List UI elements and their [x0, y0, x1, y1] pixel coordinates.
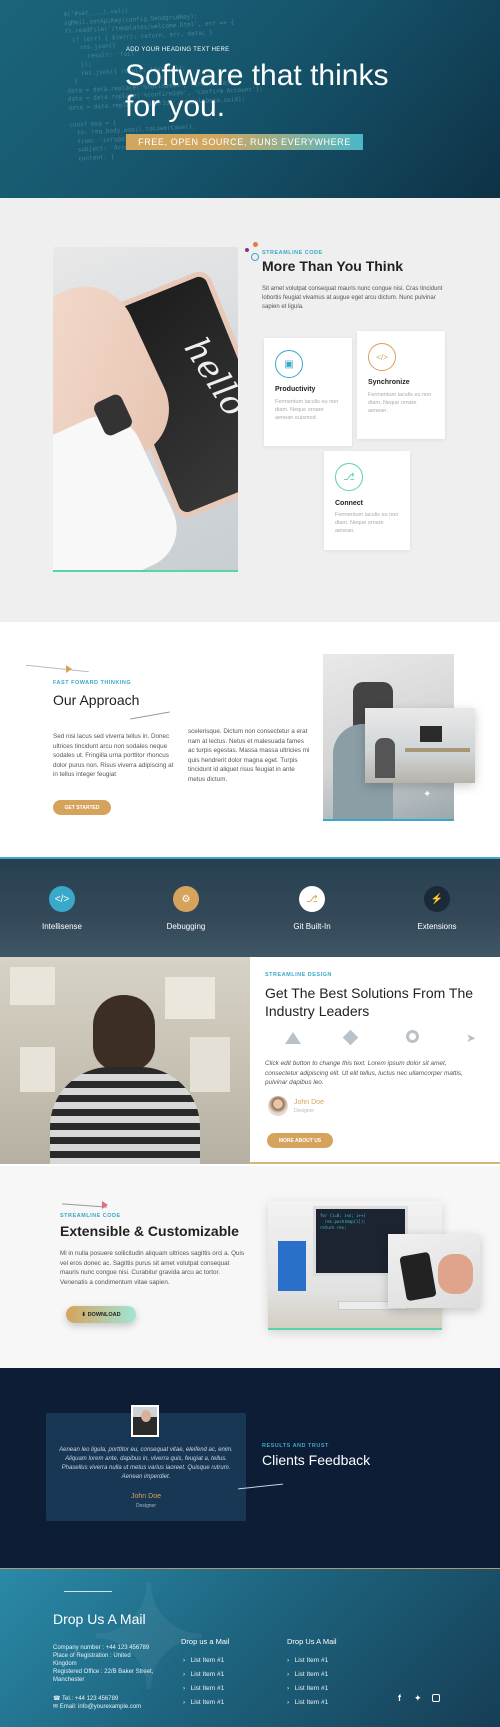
- extensible-text: Mi in nulla posuere sollicitudin aliquam…: [60, 1250, 245, 1286]
- hero-eyebrow: ADD YOUR HEADING TEXT HERE: [126, 47, 230, 53]
- solutions-eyebrow: STREAMLINE DESIGN: [265, 972, 332, 978]
- office-photo-inset: [365, 708, 475, 783]
- feature-label: Extensions: [417, 922, 457, 931]
- testimonial-avatar: [131, 1405, 159, 1437]
- person-shirt: [50, 1067, 200, 1164]
- more-eyebrow: STREAMLINE CODE: [262, 250, 323, 256]
- sparkle-icon: ✦: [423, 789, 432, 800]
- approach-title: Our Approach: [53, 692, 140, 708]
- list-item[interactable]: › List Item #1: [183, 1657, 224, 1664]
- mountain-logo-icon: [285, 1032, 301, 1044]
- hero-title: Software that thinks for you.: [125, 59, 389, 123]
- footer-divider: [64, 1591, 112, 1592]
- registration-place: Place of Registration : United Kingdom: [53, 1653, 131, 1667]
- mail-icon: ✉: [53, 1704, 60, 1710]
- footer-col2-heading: Drop Us A Mail: [287, 1637, 337, 1646]
- card-text: Fermentum iaculis eu non diam. Neque orn…: [275, 399, 339, 421]
- clients-eyebrow: RESULTS AND TRUST: [262, 1443, 329, 1449]
- company-number: Company number : +44 123 456789: [53, 1645, 150, 1651]
- card-text: Fermentum iaculis eu non diam. Neque orn…: [335, 512, 399, 534]
- features-band: </> Intellisense ⚙ Debugging ⎇ Git Built…: [0, 857, 500, 957]
- approach-col1: Sed nisi lacus sed viverra tellus in. Do…: [53, 733, 174, 778]
- footer-col1-heading: Drop us a Mail: [181, 1637, 230, 1646]
- card-connect: ⎇ Connect Fermentum iaculis eu non diam.…: [324, 451, 410, 550]
- feature-label: Git Built-In: [293, 922, 331, 931]
- hero-section: $('#set_...).val() sgMail.setApiKey(conf…: [0, 0, 500, 198]
- list-item[interactable]: › List Item #1: [183, 1671, 224, 1678]
- card-title: Productivity: [275, 386, 316, 393]
- list-item[interactable]: › List Item #1: [287, 1685, 328, 1692]
- list-item[interactable]: › List Item #1: [287, 1671, 328, 1678]
- hero-tagline: FREE, OPEN SOURCE, RUNS EVERYWHERE: [126, 134, 363, 150]
- extensible-eyebrow: STREAMLINE CODE: [60, 1213, 121, 1219]
- code-icon: </>: [368, 343, 396, 371]
- author-name: John Doe: [294, 1099, 324, 1106]
- author-role: Designer: [294, 1108, 315, 1114]
- branch-icon: ⎇: [335, 463, 363, 491]
- list-item[interactable]: › List Item #1: [183, 1685, 224, 1692]
- approach-col2: scelerisque. Dictum non consectetur a er…: [188, 728, 310, 783]
- testimonial-role: Designer: [135, 1503, 156, 1509]
- instagram-icon[interactable]: [432, 1694, 440, 1702]
- laptop-icon: ▣: [275, 350, 303, 378]
- avatar: [268, 1096, 288, 1116]
- clients-title: Clients Feedback: [262, 1452, 371, 1468]
- get-started-button[interactable]: GET STARTED: [53, 800, 111, 815]
- footer-email[interactable]: ✉ Email: info@yourexample.com: [53, 1703, 141, 1711]
- list-item[interactable]: › List Item #1: [287, 1699, 328, 1706]
- solutions-quote: Click edit button to change this text. L…: [265, 1060, 463, 1086]
- card-text: Fermentum iaculis eu non diam. Neque orn…: [368, 392, 432, 414]
- feature-label: Intellisense: [41, 922, 83, 931]
- feature-label: Debugging: [166, 922, 206, 931]
- facebook-icon[interactable]: f: [398, 1693, 401, 1703]
- more-title: More Than You Think: [262, 258, 404, 274]
- bolt-icon[interactable]: ⚡: [424, 886, 450, 912]
- footer: ✦ Drop Us A Mail Company number : +44 12…: [0, 1568, 500, 1727]
- card-title: Connect: [335, 500, 363, 507]
- approach-eyebrow: FAST FOWARD THINKING: [53, 680, 132, 686]
- person-head: [93, 995, 155, 1071]
- circle-logo-icon: [406, 1030, 419, 1043]
- bird-logo-icon: ➤: [466, 1031, 477, 1045]
- extensible-title: Extensible & Customizable: [60, 1223, 239, 1239]
- registered-office: Registered Office : 22/B Baker Street, M…: [53, 1669, 154, 1683]
- twitter-icon[interactable]: ✦: [414, 1693, 422, 1704]
- card-synchronize: </> Synchronize Fermentum iaculis eu non…: [357, 331, 445, 439]
- tablet-photo: hello: [53, 247, 238, 572]
- phone-photo-inset: [388, 1234, 480, 1308]
- monitor-code: for (i=0; i<n; i++) res.push(map[i]); re…: [320, 1213, 366, 1230]
- play-triangle-icon: [102, 1201, 108, 1209]
- footer-title: Drop Us A Mail: [53, 1611, 146, 1627]
- phone-icon: ☎: [53, 1696, 63, 1702]
- git-branch-icon[interactable]: ⎇: [299, 886, 325, 912]
- download-label: DOWNLOAD: [87, 1311, 121, 1318]
- more-text: Sit amet volutpat consequat mauris nunc …: [262, 286, 443, 310]
- testimonial-name: John Doe: [131, 1493, 161, 1500]
- card-productivity: ▣ Productivity Fermentum iaculis eu non …: [264, 338, 352, 446]
- card-title: Synchronize: [368, 379, 410, 386]
- bug-icon[interactable]: ⚙: [173, 886, 199, 912]
- solutions-title: Get The Best Solutions From The Industry…: [265, 985, 474, 1019]
- list-item[interactable]: › List Item #1: [183, 1699, 224, 1706]
- blue-binder: [278, 1241, 306, 1291]
- footer-tel: ☎ Tel.: +44 123 456789: [53, 1696, 119, 1702]
- play-triangle-icon: [66, 665, 72, 673]
- list-item[interactable]: › List Item #1: [287, 1657, 328, 1664]
- more-about-us-button[interactable]: MORE ABOUT US: [267, 1133, 333, 1148]
- moodboard-photo: [0, 957, 250, 1164]
- download-button[interactable]: ⬇ DOWNLOAD: [66, 1306, 136, 1323]
- testimonial-quote: Aenean leo ligula, porttitor eu, consequ…: [59, 1447, 233, 1480]
- code-icon[interactable]: </>: [49, 886, 75, 912]
